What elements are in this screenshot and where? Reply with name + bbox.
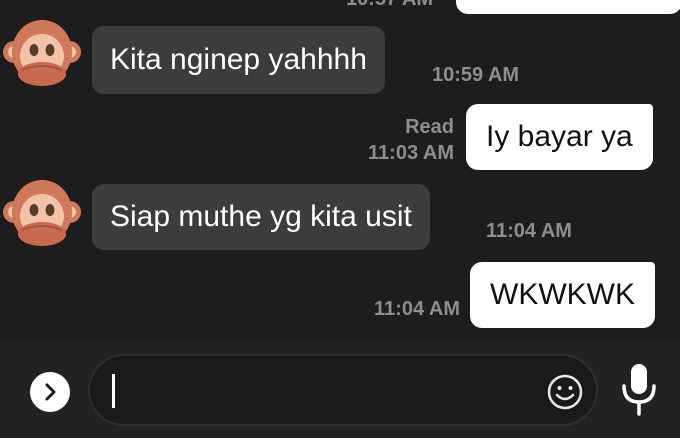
- message-bubble-incoming[interactable]: Kita nginep yahhhh: [92, 26, 385, 94]
- avatar-monkey-icon[interactable]: [0, 172, 84, 256]
- message-input[interactable]: [88, 354, 598, 426]
- chat-thread[interactable]: 10:57 AM Kita nginep yahhhh 10:59 AM Rea…: [0, 0, 680, 340]
- microphone-icon[interactable]: [616, 362, 662, 422]
- message-timestamp: 11:03 AM: [368, 142, 454, 164]
- avatar-monkey-icon[interactable]: [0, 12, 84, 96]
- message-timestamp: 11:04 AM: [374, 298, 460, 320]
- chevron-right-icon: [45, 383, 56, 401]
- message-timestamp: 11:04 AM: [486, 220, 572, 242]
- message-bubble-outgoing[interactable]: WKWKWK: [470, 262, 655, 328]
- message-timestamp: 10:59 AM: [432, 64, 520, 86]
- expand-button[interactable]: [30, 372, 70, 412]
- message-bubble-incoming[interactable]: Siap muthe yg kita usit: [92, 184, 430, 250]
- text-cursor: [112, 374, 115, 408]
- message-timestamp: 10:57 AM: [346, 0, 433, 11]
- read-receipt: Read: [405, 116, 454, 138]
- message-bubble-outgoing[interactable]: [456, 0, 680, 14]
- message-bubble-outgoing[interactable]: Iy bayar ya: [466, 104, 653, 170]
- message-composer: [0, 340, 680, 438]
- smiley-icon[interactable]: [546, 373, 584, 411]
